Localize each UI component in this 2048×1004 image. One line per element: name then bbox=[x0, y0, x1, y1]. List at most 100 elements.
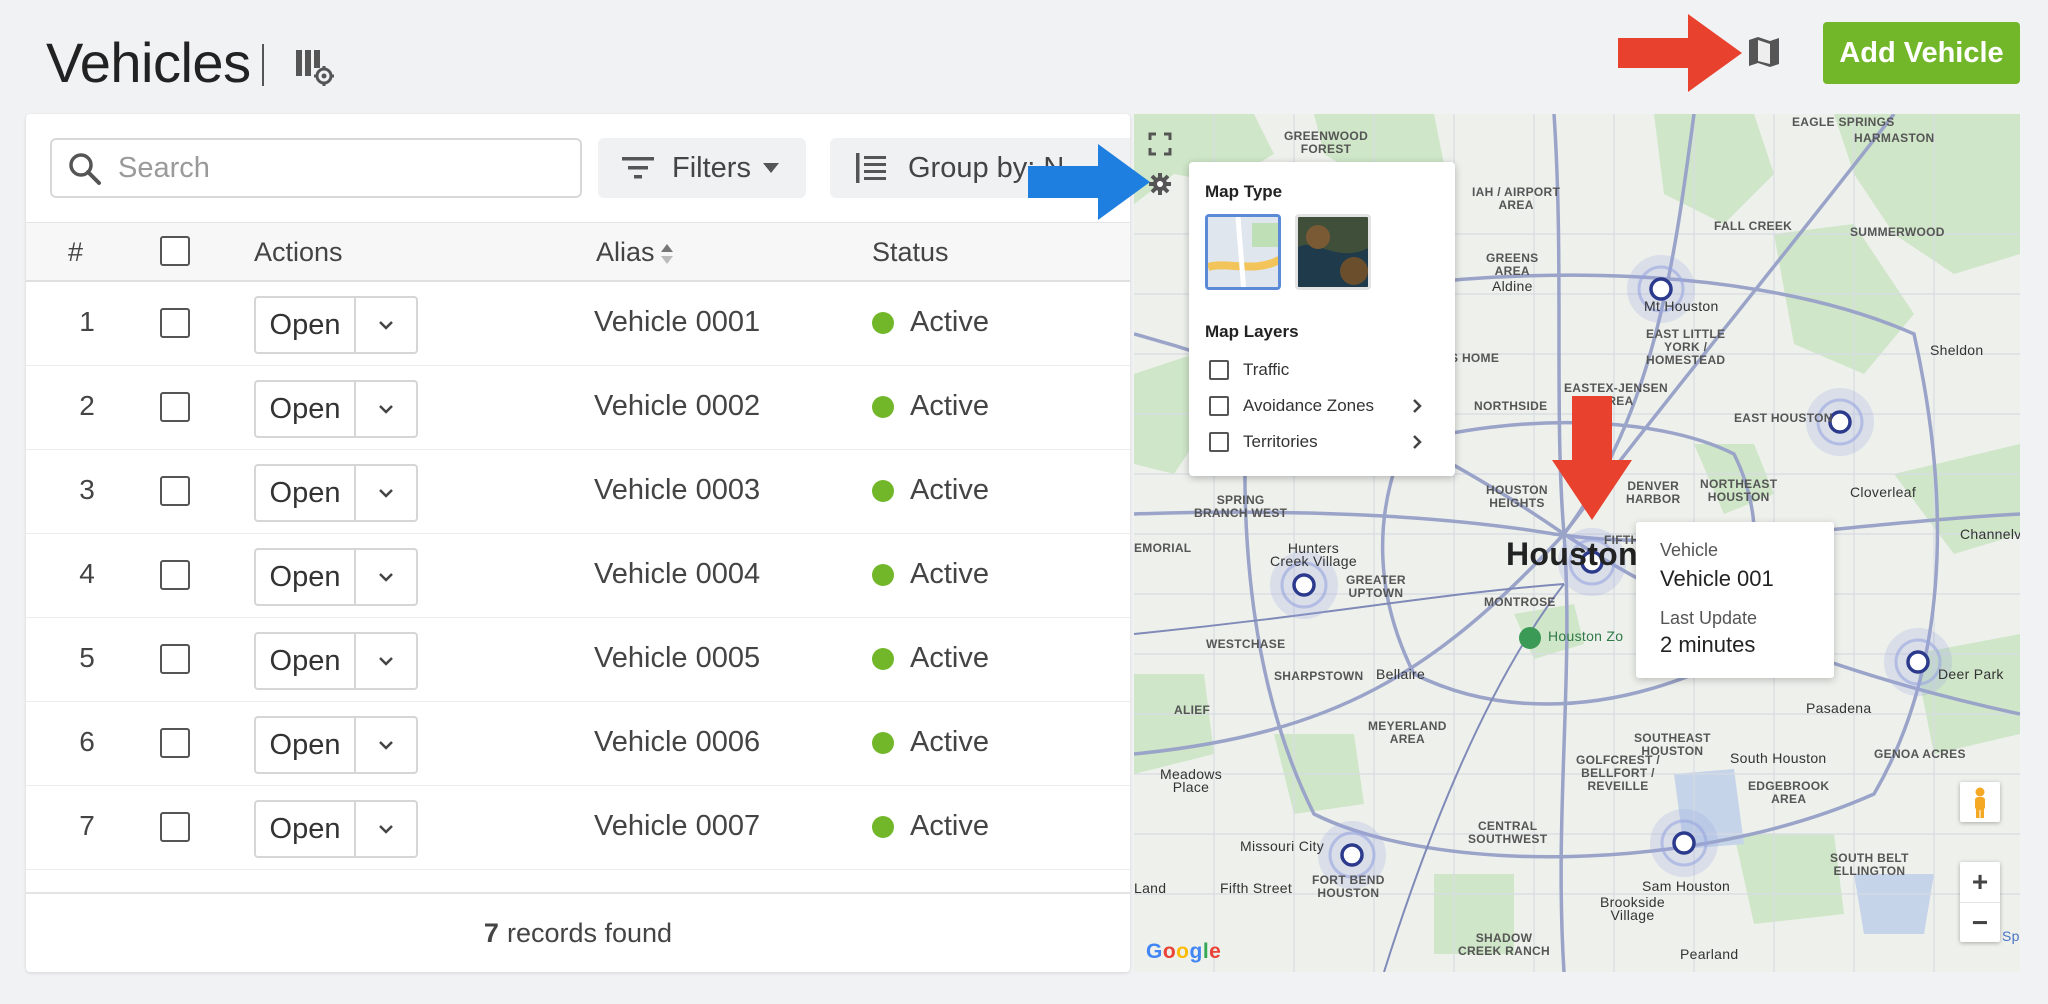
actions-dropdown-button[interactable] bbox=[356, 718, 416, 772]
vehicle-alias: Vehicle 0006 bbox=[594, 726, 761, 758]
layer-traffic[interactable]: Traffic bbox=[1209, 360, 1289, 380]
table-footer: 7 records found bbox=[26, 892, 1130, 972]
map-label: Aldine bbox=[1492, 278, 1533, 294]
map-label: Meadows Place bbox=[1160, 766, 1223, 795]
chevron-right-icon[interactable] bbox=[1411, 399, 1423, 413]
column-header-alias[interactable]: Alias bbox=[596, 237, 673, 268]
row-checkbox[interactable] bbox=[160, 392, 190, 422]
map-label: Sam Houston bbox=[1642, 878, 1731, 894]
page-title: Vehicles bbox=[46, 31, 251, 94]
vehicle-alias: Vehicle 0007 bbox=[594, 810, 761, 842]
open-button[interactable]: Open bbox=[256, 718, 356, 772]
table-row: 5 Open Vehicle 0005 Active bbox=[26, 618, 1130, 702]
select-all-checkbox[interactable] bbox=[160, 236, 190, 266]
annotation-arrow-red-right bbox=[1618, 14, 1742, 92]
filters-label: Filters bbox=[672, 151, 751, 184]
status-dot bbox=[872, 731, 894, 754]
annotation-arrow-red-down bbox=[1552, 396, 1632, 520]
map-icon[interactable] bbox=[1746, 34, 1782, 70]
fullscreen-icon[interactable] bbox=[1148, 132, 1172, 156]
row-checkbox[interactable] bbox=[160, 728, 190, 758]
open-button[interactable]: Open bbox=[256, 466, 356, 520]
table-row: 4 Open Vehicle 0004 Active bbox=[26, 534, 1130, 618]
table-row: 2 Open Vehicle 0002 Active bbox=[26, 366, 1130, 450]
map-type-heading: Map Type bbox=[1205, 182, 1283, 201]
map-label: CENTRAL SOUTHWEST bbox=[1468, 819, 1548, 846]
row-checkbox[interactable] bbox=[160, 476, 190, 506]
map-label: FALL CREEK bbox=[1714, 219, 1793, 233]
map-label: SOUTHEAST HOUSTON bbox=[1634, 731, 1711, 758]
map-panel[interactable]: GREENWOOD FOREST EAGLE SPRINGS HARMASTON … bbox=[1134, 114, 2020, 972]
chevron-down-icon bbox=[379, 741, 393, 750]
status-dot bbox=[872, 563, 894, 586]
filter-icon bbox=[622, 157, 654, 179]
table-settings-icon[interactable] bbox=[294, 48, 334, 86]
open-button[interactable]: Open bbox=[256, 634, 356, 688]
pegman-icon bbox=[1975, 787, 1985, 818]
row-checkbox[interactable] bbox=[160, 644, 190, 674]
map-label: GENOA ACRES bbox=[1874, 747, 1966, 761]
open-button[interactable]: Open bbox=[256, 382, 356, 436]
table-row: 1 Open Vehicle 0001 Active bbox=[26, 282, 1130, 366]
vehicle-info-popup: Vehicle Vehicle 001 Last Update 2 minute… bbox=[1636, 522, 1834, 678]
layer-avoidance-zones[interactable]: Avoidance Zones bbox=[1209, 396, 1439, 416]
map-label: Cloverleaf bbox=[1850, 484, 1917, 500]
row-actions: Open bbox=[254, 296, 418, 354]
map-label: FORT BEND HOUSTON bbox=[1312, 873, 1385, 900]
open-button[interactable]: Open bbox=[256, 550, 356, 604]
map-label: Sp bbox=[2002, 928, 2020, 944]
map-label: MONTROSE bbox=[1484, 595, 1556, 609]
actions-dropdown-button[interactable] bbox=[356, 466, 416, 520]
google-logo: Google bbox=[1146, 940, 1222, 963]
map-label: NORTHEAST HOUSTON bbox=[1700, 477, 1778, 504]
row-checkbox[interactable] bbox=[160, 308, 190, 338]
map-label: EMORIAL bbox=[1134, 541, 1192, 555]
row-number: 6 bbox=[79, 726, 95, 757]
row-checkbox[interactable] bbox=[160, 560, 190, 590]
search-box[interactable] bbox=[50, 138, 582, 198]
row-actions: Open bbox=[254, 716, 418, 774]
layer-avoidance-checkbox[interactable] bbox=[1209, 396, 1229, 416]
open-button[interactable]: Open bbox=[256, 298, 356, 352]
actions-dropdown-button[interactable] bbox=[356, 802, 416, 856]
layer-territories-checkbox[interactable] bbox=[1209, 432, 1229, 452]
status-label: Active bbox=[910, 726, 989, 758]
actions-dropdown-button[interactable] bbox=[356, 382, 416, 436]
group-by-icon bbox=[856, 153, 886, 183]
map-settings-gear-icon[interactable] bbox=[1148, 172, 1172, 196]
actions-dropdown-button[interactable] bbox=[356, 298, 416, 352]
map-type-roadmap[interactable] bbox=[1205, 214, 1281, 290]
zoom-out-button[interactable]: − bbox=[1960, 902, 2000, 942]
street-view-pegman[interactable] bbox=[1960, 782, 2000, 822]
actions-dropdown-button[interactable] bbox=[356, 550, 416, 604]
map-label: Pasadena bbox=[1806, 700, 1872, 716]
row-number: 5 bbox=[79, 642, 95, 673]
map-label: MEYERLAND AREA bbox=[1368, 719, 1447, 746]
map-label: SOUTH BELT ELLINGTON bbox=[1830, 851, 1909, 878]
status-cell: Active bbox=[872, 726, 989, 759]
zoom-in-button[interactable]: + bbox=[1960, 862, 2000, 902]
chevron-down-icon bbox=[379, 405, 393, 414]
map-label: SHADOW CREEK RANCH bbox=[1458, 931, 1550, 958]
search-input[interactable] bbox=[118, 148, 558, 188]
filters-button[interactable]: Filters bbox=[598, 138, 806, 198]
add-vehicle-button[interactable]: Add Vehicle bbox=[1823, 22, 2020, 84]
open-button[interactable]: Open bbox=[256, 802, 356, 856]
map-type-satellite[interactable] bbox=[1295, 214, 1371, 290]
status-cell: Active bbox=[872, 390, 989, 423]
actions-dropdown-button[interactable] bbox=[356, 634, 416, 688]
map-label: SPRING BRANCH WEST bbox=[1194, 493, 1288, 520]
map-label: S HOME bbox=[1450, 351, 1500, 365]
chevron-down-icon bbox=[379, 321, 393, 330]
layer-territories[interactable]: Territories bbox=[1209, 432, 1439, 452]
table-toolbar: Filters Group by: N bbox=[26, 114, 1130, 222]
row-actions: Open bbox=[254, 380, 418, 438]
map-label: FIFTH bbox=[1604, 533, 1640, 547]
status-label: Active bbox=[910, 474, 989, 506]
chevron-right-icon[interactable] bbox=[1411, 435, 1423, 449]
row-checkbox[interactable] bbox=[160, 812, 190, 842]
map-label: WESTCHASE bbox=[1206, 637, 1286, 651]
layer-traffic-checkbox[interactable] bbox=[1209, 360, 1229, 380]
table-row: 7 Open Vehicle 0007 Active bbox=[26, 786, 1130, 870]
status-dot bbox=[872, 311, 894, 334]
